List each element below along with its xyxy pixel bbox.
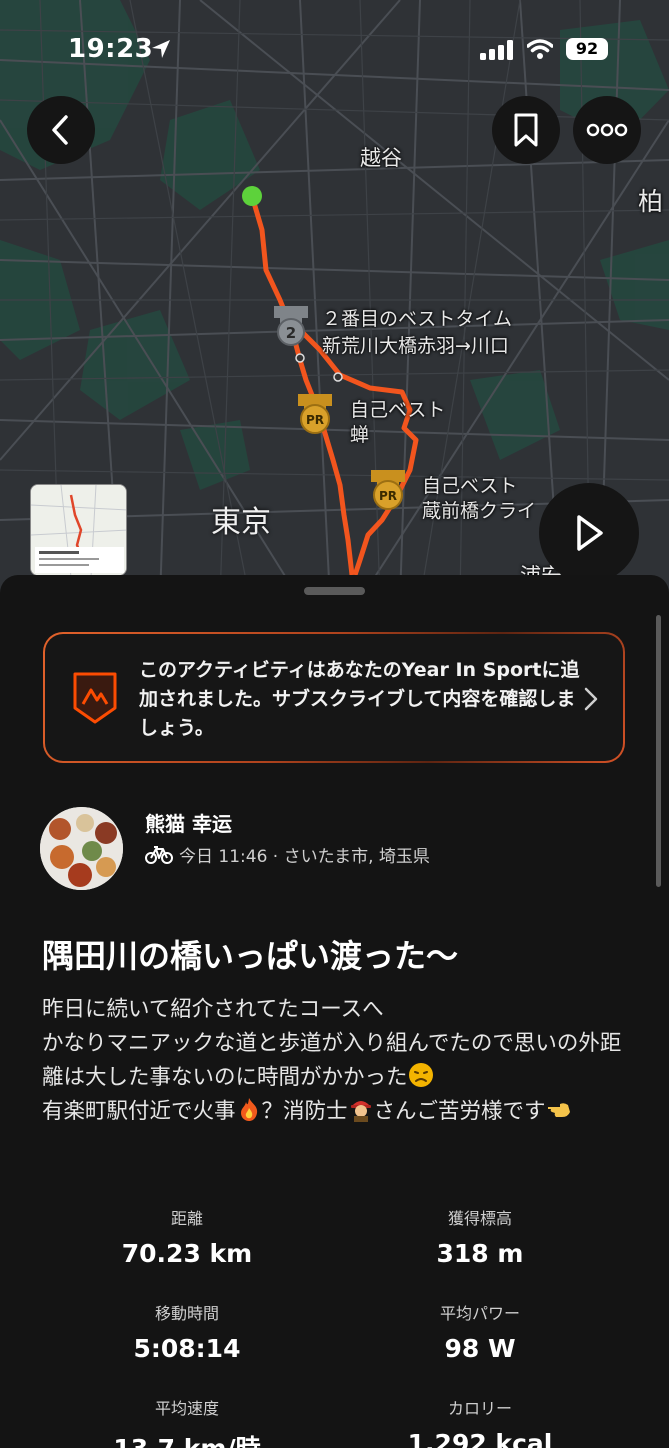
more-icon xyxy=(586,123,628,137)
achievement-2-line2: 蝉 xyxy=(350,424,370,446)
achievement-1-line1: ２番目のベストタイム xyxy=(322,308,513,330)
stat-distance: 距離 70.23 km xyxy=(47,1205,327,1268)
description-line-2: かなりマニアックな道と歩道が入り組んでたので思いの外距離は大した事ないのに時間が… xyxy=(42,1031,622,1090)
description-line-3b: ？消防士 xyxy=(261,1099,348,1124)
stat-elevation: 獲得標高 318 m xyxy=(340,1205,620,1268)
map-thumbnail-image xyxy=(31,485,126,575)
play-flyover-button[interactable] xyxy=(539,483,639,583)
persevering-face-icon xyxy=(408,1063,433,1087)
fire-icon xyxy=(240,1098,257,1121)
svg-text:2: 2 xyxy=(286,324,296,342)
stat-label: 平均速度 xyxy=(154,1399,219,1418)
achievement-1-line2: 新荒川大橋赤羽→川口 xyxy=(322,335,509,357)
segment-badge-silver: 2 xyxy=(274,306,308,346)
svg-text:PR: PR xyxy=(379,489,397,503)
wifi-icon xyxy=(527,39,553,59)
sheet-grabber[interactable] xyxy=(304,587,365,595)
stat-value: 98 W xyxy=(444,1334,516,1363)
achievement-3-line2: 蔵前橋クライ xyxy=(422,500,537,522)
route-line xyxy=(249,195,419,576)
status-time: 19:23 xyxy=(68,34,154,64)
stat-avg-speed: 平均速度 13.7 km/時 xyxy=(47,1395,327,1448)
back-button[interactable] xyxy=(27,96,95,164)
activity-title: 隅田川の橋いっぱい渡った〜 xyxy=(42,937,459,975)
firefighter-icon xyxy=(350,1101,371,1122)
map-thumbnail[interactable] xyxy=(30,484,127,576)
bookmark-icon xyxy=(514,113,538,147)
stat-label: カロリー xyxy=(447,1399,512,1418)
stat-label: 獲得標高 xyxy=(447,1209,512,1228)
achievement-2-line1: 自己ベスト xyxy=(350,399,446,421)
activity-meta-text: 今日 11:46 · さいたま市, 埼玉県 xyxy=(179,847,430,867)
bicycle-icon xyxy=(145,845,173,864)
stat-value: 13.7 km/時 xyxy=(47,1429,327,1448)
stat-calories: カロリー 1,292 kcal xyxy=(340,1395,620,1448)
achievement-3-line1: 自己ベスト xyxy=(422,475,518,497)
avatar-image xyxy=(40,807,123,890)
stat-label: 移動時間 xyxy=(154,1304,219,1323)
segment-badge-pr-2: PR xyxy=(371,470,405,510)
more-options-button[interactable] xyxy=(573,96,641,164)
stat-label: 平均パワー xyxy=(439,1304,520,1323)
location-arrow-icon xyxy=(152,40,170,58)
svg-text:PR: PR xyxy=(306,413,324,427)
map-label-tokyo: 東京 xyxy=(211,505,271,540)
stat-value: 318 m xyxy=(436,1239,524,1268)
map-label-kashiwa: 柏 xyxy=(638,187,664,216)
activity-meta: 今日 11:46 · さいたま市, 埼玉県 xyxy=(145,842,430,867)
athlete-avatar[interactable] xyxy=(40,807,123,890)
stat-value: 70.23 km xyxy=(121,1239,253,1268)
route-start-marker xyxy=(242,186,262,206)
battery-indicator: 92 xyxy=(566,38,608,60)
signal-icon xyxy=(480,40,513,60)
map-label-koshigaya: 越谷 xyxy=(360,146,402,170)
year-in-sport-text: このアクティビティはあなたのYear In Sportに追加されました。サブスク… xyxy=(139,659,580,739)
scrollbar[interactable] xyxy=(656,615,661,887)
stat-avg-power: 平均パワー 98 W xyxy=(340,1300,620,1363)
chevron-right-icon xyxy=(584,687,598,711)
play-icon xyxy=(577,515,603,551)
stat-moving-time: 移動時間 5:08:14 xyxy=(47,1300,327,1363)
activity-sheet: このアクティビティはあなたのYear In Sportに追加されました。サブスク… xyxy=(0,575,669,1448)
description-line-3a: 有楽町駅付近で火事 xyxy=(42,1099,236,1124)
pointing-hand-icon xyxy=(547,1103,570,1117)
year-in-sport-banner[interactable]: このアクティビティはあなたのYear In Sportに追加されました。サブスク… xyxy=(43,632,625,763)
stat-label: 距離 xyxy=(170,1209,203,1228)
bookmark-button[interactable] xyxy=(492,96,560,164)
back-icon xyxy=(52,115,68,145)
status-bar: 19:23 92 xyxy=(0,0,669,100)
activity-description: 昨日に続いて紹介されてたコースへ かなりマニアックな道と歩道が入り組んでたので思… xyxy=(42,993,632,1129)
stat-value: 5:08:14 xyxy=(133,1334,241,1363)
description-line-3c: さんご苦労様です xyxy=(373,1099,546,1124)
athlete-name[interactable]: 熊猫 幸运 xyxy=(145,808,232,837)
route-map[interactable]: 2 PR PR 19:23 92 越谷 柏 東京 ２番目のベストタイム 新荒川大… xyxy=(0,0,669,600)
year-in-sport-icon xyxy=(73,672,117,724)
stat-value: 1,292 kcal xyxy=(407,1429,553,1448)
description-line-1: 昨日に続いて紹介されてたコースへ xyxy=(42,997,384,1022)
segment-badge-pr-1: PR xyxy=(298,394,332,434)
